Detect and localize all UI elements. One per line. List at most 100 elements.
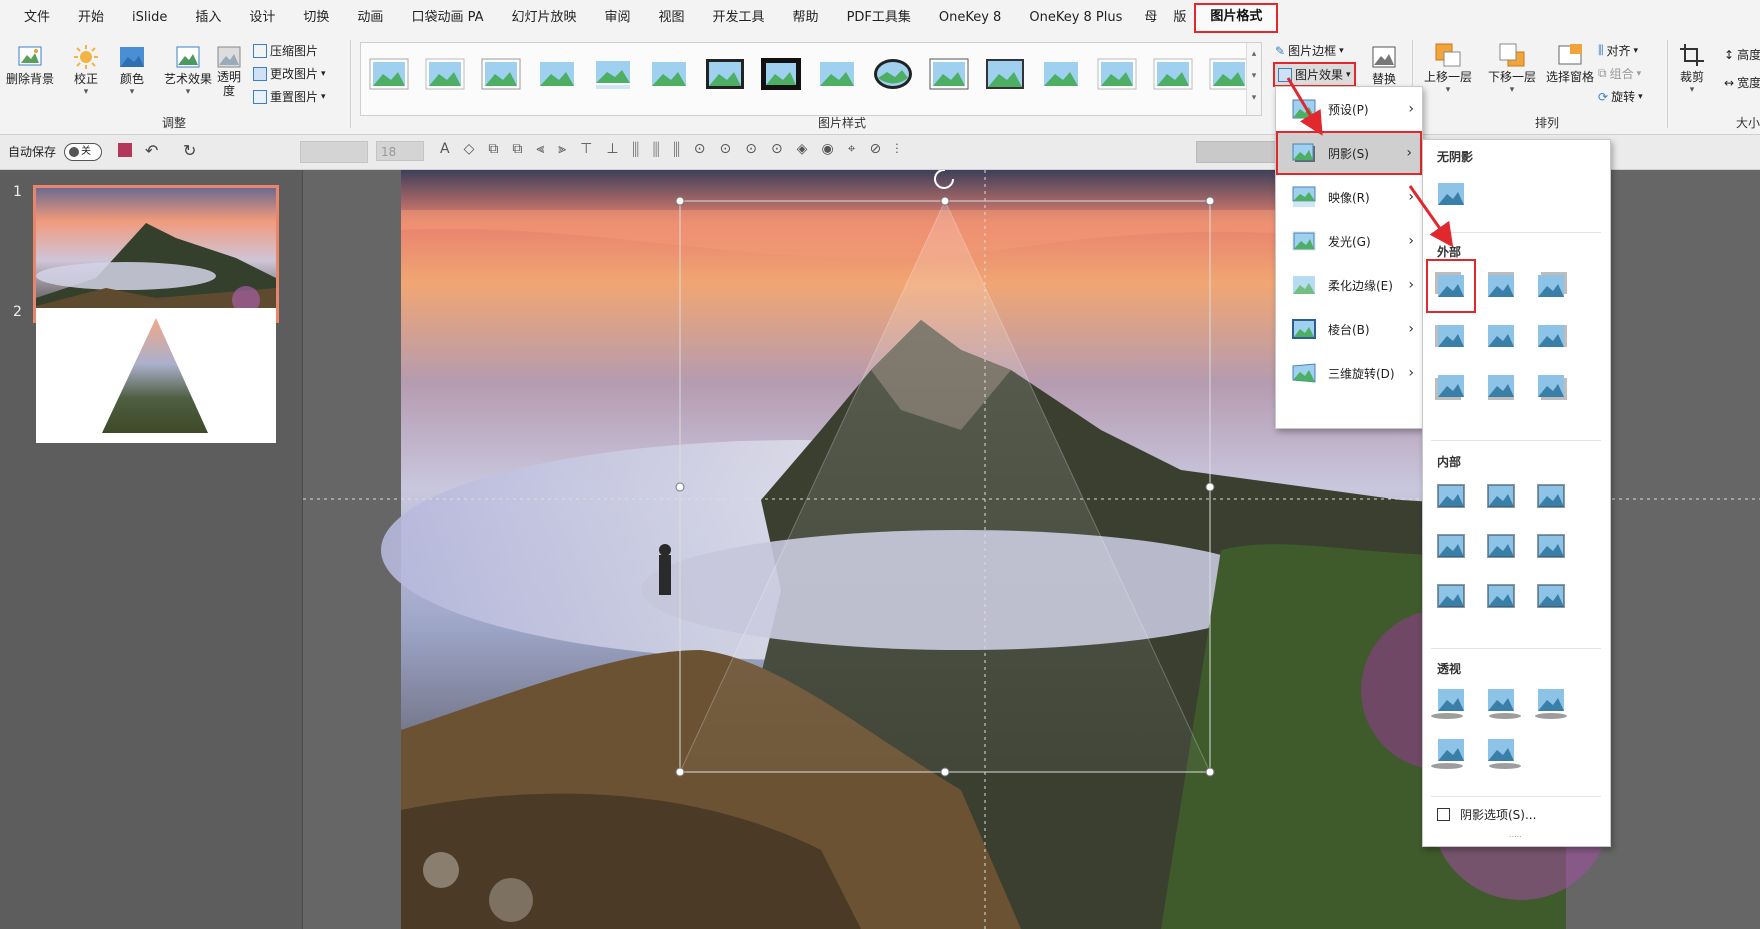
outer-shadow-option[interactable] xyxy=(1479,364,1523,408)
picture-style-thumb[interactable] xyxy=(1097,57,1137,91)
selection-pane-button[interactable]: 选择窗格 xyxy=(1546,42,1594,85)
tab-review[interactable]: 审阅 xyxy=(591,0,645,34)
slide-thumbnail-2[interactable] xyxy=(36,308,276,443)
picture-style-thumb[interactable] xyxy=(817,57,857,91)
menu-item-reflection[interactable]: 映像(R) › xyxy=(1276,175,1422,219)
reset-picture-button[interactable]: 重置图片 ▾ xyxy=(253,88,326,105)
slide-thumbnail-1[interactable] xyxy=(33,185,279,323)
tab-transitions[interactable]: 切换 xyxy=(289,0,343,34)
tab-insert[interactable]: 插入 xyxy=(181,0,235,34)
transparency-button[interactable]: 透明度 xyxy=(214,44,244,98)
picture-style-thumb[interactable] xyxy=(761,57,801,91)
color-button[interactable]: 颜色 ▾ xyxy=(118,44,146,97)
picture-border-button[interactable]: ✎ 图片边框 ▾ xyxy=(1275,42,1344,59)
outer-shadow-option[interactable] xyxy=(1479,314,1523,358)
resize-handle[interactable] xyxy=(940,767,950,777)
group-button[interactable]: ⧉ 组合 ▾ xyxy=(1598,65,1641,82)
tab-picture-format[interactable]: 图片格式 xyxy=(1194,3,1279,33)
picture-style-thumb[interactable] xyxy=(481,57,521,91)
resize-handle[interactable] xyxy=(940,196,950,206)
resize-handle[interactable] xyxy=(675,767,685,777)
inner-shadow-option[interactable] xyxy=(1429,524,1473,568)
persp-shadow-option[interactable] xyxy=(1479,680,1523,724)
inner-shadow-option[interactable] xyxy=(1479,524,1523,568)
tab-onekey8-plus[interactable]: OneKey 8 Plus xyxy=(1015,0,1136,34)
shadow-option-none[interactable] xyxy=(1429,172,1473,216)
picture-style-thumb[interactable] xyxy=(1153,57,1193,91)
persp-shadow-option[interactable] xyxy=(1529,680,1573,724)
formatting-icons[interactable]: A◇⧉⧉⫷⫸⊤⊥⫼⫼⫼⊙⊙⊙⊙◈◉⌖⊘⫶ xyxy=(440,141,913,157)
tab-developer[interactable]: 开发工具 xyxy=(699,0,779,34)
persp-shadow-option[interactable] xyxy=(1429,730,1473,774)
menu-item-preset[interactable]: 预设(P) › xyxy=(1276,87,1422,131)
resize-handle[interactable] xyxy=(675,482,685,492)
tab-islide[interactable]: iSlide xyxy=(118,0,181,34)
tab-onekey8[interactable]: OneKey 8 xyxy=(925,0,1015,34)
inner-shadow-option[interactable] xyxy=(1529,524,1573,568)
resize-handle[interactable] xyxy=(675,196,685,206)
height-field[interactable]: ↕ 高度 xyxy=(1724,46,1760,63)
replace-button[interactable]: 替换 xyxy=(1370,44,1398,87)
resize-handle[interactable] xyxy=(1205,767,1215,777)
inner-shadow-option[interactable] xyxy=(1479,574,1523,618)
picture-style-thumb[interactable] xyxy=(649,57,689,91)
persp-shadow-option[interactable] xyxy=(1429,680,1473,724)
picture-style-thumb[interactable] xyxy=(705,57,745,91)
picture-style-thumb[interactable] xyxy=(593,57,633,91)
picture-style-thumb[interactable] xyxy=(425,57,465,91)
tab-slideshow[interactable]: 幻灯片放映 xyxy=(497,0,590,34)
picture-style-thumb[interactable] xyxy=(873,57,913,91)
artistic-effects-button[interactable]: 艺术效果 ▾ xyxy=(164,44,212,97)
menu-item-shadow[interactable]: 阴影(S) › xyxy=(1276,131,1422,175)
tab-view[interactable]: 视图 xyxy=(645,0,699,34)
picture-style-thumb[interactable] xyxy=(1209,57,1249,91)
outer-shadow-option[interactable] xyxy=(1529,264,1573,308)
outer-shadow-option[interactable] xyxy=(1429,314,1473,358)
inner-shadow-option[interactable] xyxy=(1529,474,1573,518)
tab-pdf-tools[interactable]: PDF工具集 xyxy=(833,0,925,34)
persp-shadow-option[interactable] xyxy=(1479,730,1523,774)
align-button[interactable]: ⫼ 对齐 ▾ xyxy=(1598,42,1638,59)
menu-item-soft-edges[interactable]: 柔化边缘(E) › xyxy=(1276,263,1422,307)
toolbar-dropdown[interactable] xyxy=(1196,141,1278,163)
inner-shadow-option[interactable] xyxy=(1429,574,1473,618)
undo-icon[interactable]: ↶ xyxy=(145,141,158,160)
font-size-box[interactable]: 18 xyxy=(376,141,424,161)
tab-mu[interactable]: 母 xyxy=(1136,0,1165,34)
inner-shadow-option[interactable] xyxy=(1429,474,1473,518)
font-name-box[interactable] xyxy=(300,141,368,163)
resize-handle[interactable] xyxy=(1205,482,1215,492)
tab-ban[interactable]: 版 xyxy=(1165,0,1194,34)
tab-design[interactable]: 设计 xyxy=(235,0,289,34)
outer-shadow-option[interactable] xyxy=(1529,364,1573,408)
inner-shadow-option[interactable] xyxy=(1529,574,1573,618)
corrections-button[interactable]: 校正 ▾ xyxy=(72,44,100,97)
picture-style-thumb[interactable] xyxy=(369,57,409,91)
compress-pictures-button[interactable]: 压缩图片 xyxy=(253,42,318,59)
bring-forward-button[interactable]: 上移一层 ▾ xyxy=(1424,42,1472,95)
picture-style-thumb[interactable] xyxy=(1041,57,1081,91)
send-backward-button[interactable]: 下移一层 ▾ xyxy=(1488,42,1536,95)
rotate-button[interactable]: ⟳ 旋转 ▾ xyxy=(1598,88,1643,105)
outer-shadow-option[interactable] xyxy=(1479,264,1523,308)
shadow-options-button[interactable]: 阴影选项(S)... xyxy=(1437,806,1536,823)
redo-icon[interactable]: ↻ xyxy=(183,141,196,160)
picture-style-thumb[interactable] xyxy=(929,57,969,91)
change-picture-button[interactable]: 更改图片 ▾ xyxy=(253,65,326,82)
menu-item-bevel[interactable]: 棱台(B) › xyxy=(1276,307,1422,351)
tab-animations[interactable]: 动画 xyxy=(343,0,397,34)
width-field[interactable]: ↔ 宽度 xyxy=(1724,74,1760,91)
gallery-scroll[interactable]: ▴ ▾ ▾ xyxy=(1246,43,1261,115)
tab-file[interactable]: 文件 xyxy=(10,0,64,34)
crop-button[interactable]: 裁剪 ▾ xyxy=(1678,42,1706,95)
outer-shadow-option[interactable] xyxy=(1529,314,1573,358)
save-icon[interactable] xyxy=(118,143,132,157)
menu-item-3d-rotation[interactable]: 三维旋转(D) › xyxy=(1276,351,1422,395)
resize-grip[interactable]: ..... xyxy=(1509,830,1522,839)
tab-pocket-animation[interactable]: 口袋动画 PA xyxy=(397,0,497,34)
resize-handle[interactable] xyxy=(1205,196,1215,206)
picture-effects-button[interactable]: 图片效果 ▾ xyxy=(1273,62,1356,87)
remove-background-button[interactable]: 删除背景 xyxy=(6,44,54,87)
autosave-toggle[interactable]: 关 xyxy=(64,143,102,161)
inner-shadow-option[interactable] xyxy=(1479,474,1523,518)
